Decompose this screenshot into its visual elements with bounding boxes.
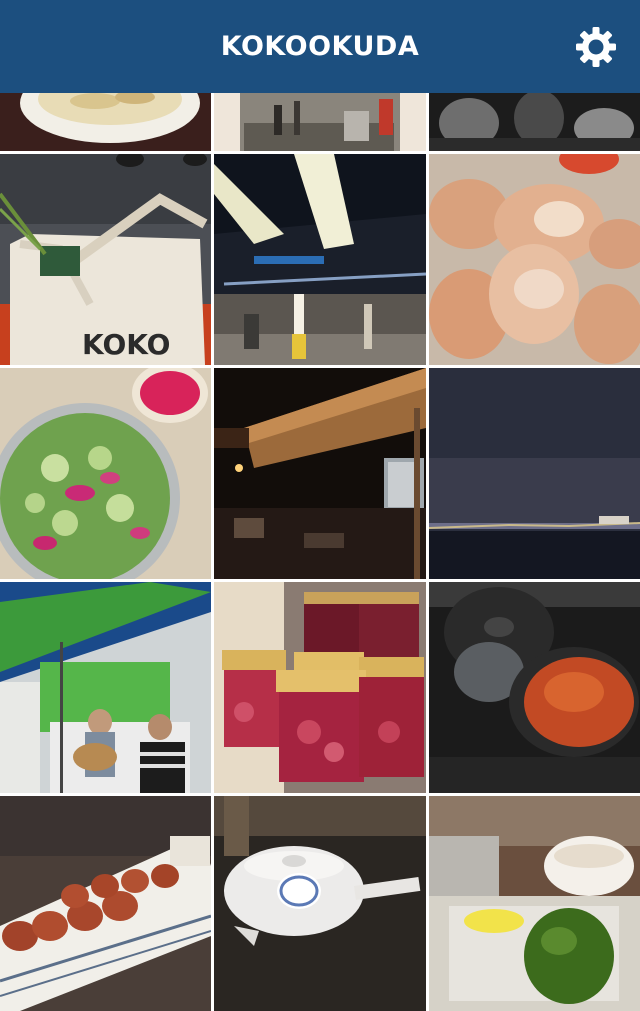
photo-tile-jam-jars[interactable] <box>214 582 426 793</box>
photo-tile-avocado-coffee[interactable] <box>429 796 640 1011</box>
app-title: KOKOOKUDA <box>220 31 420 62</box>
photo-tile-fish-market-interior[interactable] <box>214 154 426 365</box>
settings-gear-icon[interactable] <box>574 25 618 69</box>
photo-tile-night-terrace[interactable] <box>214 368 426 579</box>
photo-tile-street-musician[interactable] <box>0 582 211 793</box>
photo-tile-tote-bag[interactable]: KOKO <box>0 154 211 365</box>
photo-tile-teapot[interactable] <box>214 796 426 1011</box>
photo-tile-cast-iron-pot[interactable] <box>429 582 640 793</box>
photo-tile-black-white-crowd[interactable] <box>429 93 640 151</box>
photo-tile-night-harbor[interactable] <box>429 368 640 579</box>
photo-tile-market-hall[interactable] <box>214 93 426 151</box>
top-navigation-bar: KOKOOKUDA <box>0 0 640 93</box>
photo-grid: KOKO <box>0 93 640 1011</box>
photo-tile-yakitori-skewers[interactable] <box>0 796 211 1011</box>
photo-tile-cucumber-salad[interactable] <box>0 368 211 579</box>
photo-tile-soup-bowl[interactable] <box>0 93 211 151</box>
svg-text:KOKO: KOKO <box>82 328 170 361</box>
photo-tile-fried-chicken[interactable] <box>429 154 640 365</box>
